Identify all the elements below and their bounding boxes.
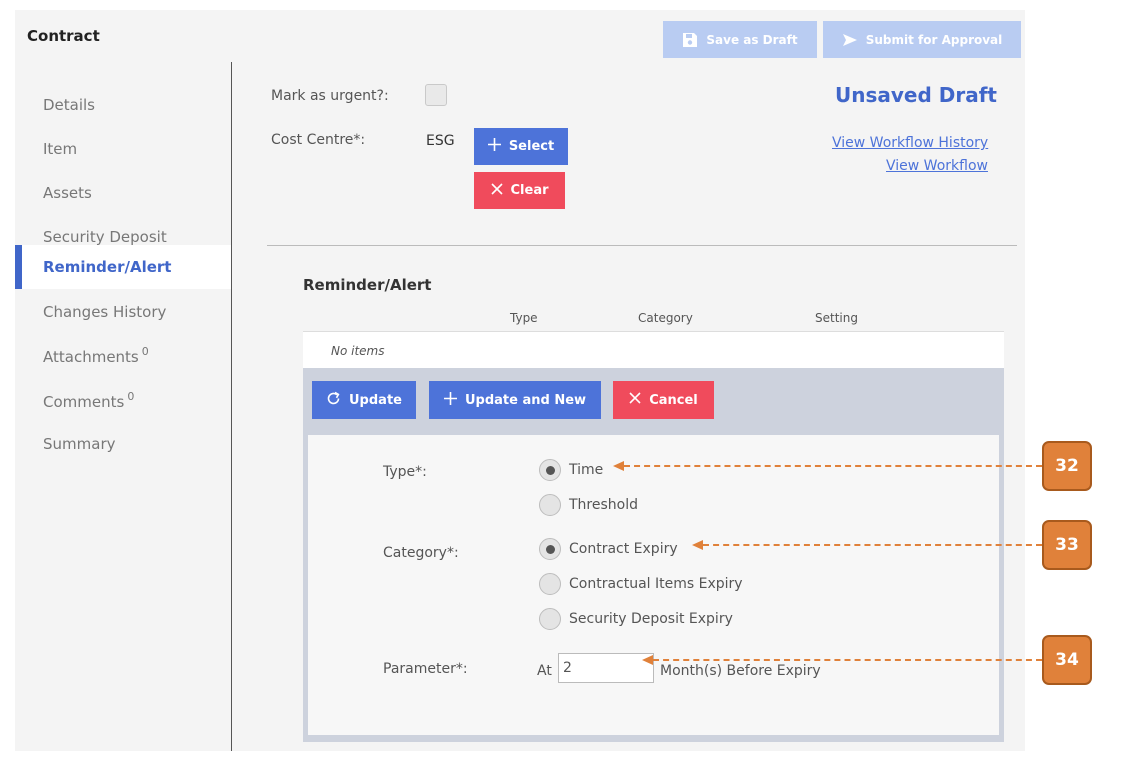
callout-badge-32: 32 bbox=[1042, 441, 1092, 491]
sidebar-item-details[interactable]: Details bbox=[15, 83, 231, 127]
sidebar-item-summary[interactable]: Summary bbox=[15, 422, 231, 466]
draft-status: Unsaved Draft bbox=[835, 83, 997, 107]
view-workflow-link[interactable]: View Workflow bbox=[886, 158, 988, 174]
sidebar-item-label: Assets bbox=[43, 184, 92, 202]
close-icon bbox=[629, 392, 641, 408]
sidebar-item-label: Changes History bbox=[43, 303, 167, 321]
sidebar-item-label: Comments bbox=[43, 393, 125, 411]
update-button[interactable]: Update bbox=[312, 381, 416, 419]
save-as-draft-button[interactable]: Save as Draft bbox=[663, 21, 817, 58]
sidebar-nav: Details Item Assets Security Deposit Rem… bbox=[15, 62, 231, 751]
cost-centre-value: ESG bbox=[426, 133, 455, 149]
callout-arrowhead bbox=[692, 540, 703, 550]
callout-line bbox=[624, 465, 1042, 467]
sidebar-item-reminder-alert[interactable]: Reminder/Alert bbox=[15, 245, 231, 289]
comments-count-badge: 0 bbox=[127, 389, 135, 403]
sidebar-item-label: Security Deposit bbox=[43, 228, 167, 246]
category-option-label: Contract Expiry bbox=[569, 541, 678, 557]
category-radio-contract-expiry[interactable] bbox=[539, 538, 561, 560]
type-radio-time[interactable] bbox=[539, 459, 561, 481]
plus-icon bbox=[487, 138, 501, 155]
send-arrow-icon bbox=[842, 33, 858, 47]
sidebar-item-label: Details bbox=[43, 96, 96, 114]
category-label: Category*: bbox=[383, 545, 459, 561]
clear-label: Clear bbox=[510, 183, 549, 198]
reminder-alert-title: Reminder/Alert bbox=[303, 276, 432, 294]
table-row: No items bbox=[303, 332, 1004, 368]
sidebar-divider bbox=[231, 62, 232, 751]
sidebar-item-label: Reminder/Alert bbox=[43, 258, 172, 276]
mark-urgent-checkbox[interactable] bbox=[425, 84, 447, 106]
sidebar-item-assets[interactable]: Assets bbox=[15, 171, 231, 215]
callout-badge-33: 33 bbox=[1042, 520, 1092, 570]
sidebar-item-attachments[interactable]: Attachments 0 bbox=[15, 335, 231, 379]
callout-line bbox=[653, 659, 1042, 661]
update-label: Update bbox=[349, 392, 402, 408]
parameter-input[interactable] bbox=[558, 653, 654, 683]
section-divider bbox=[267, 245, 1017, 246]
sidebar-item-label: Item bbox=[43, 140, 78, 158]
category-radio-security-deposit-expiry[interactable] bbox=[539, 608, 561, 630]
clear-cost-centre-button[interactable]: Clear bbox=[474, 172, 565, 209]
select-cost-centre-button[interactable]: Select bbox=[474, 128, 568, 165]
refresh-icon bbox=[326, 391, 341, 410]
submit-for-approval-label: Submit for Approval bbox=[865, 32, 1003, 47]
sidebar-item-item[interactable]: Item bbox=[15, 127, 231, 171]
category-option-label: Security Deposit Expiry bbox=[569, 611, 733, 627]
sidebar-item-comments[interactable]: Comments 0 bbox=[15, 380, 231, 424]
plus-icon bbox=[443, 391, 457, 409]
close-icon bbox=[490, 182, 503, 199]
parameter-suffix: Month(s) Before Expiry bbox=[660, 663, 821, 679]
empty-table-text: No items bbox=[331, 344, 385, 358]
save-as-draft-label: Save as Draft bbox=[706, 32, 798, 47]
category-radio-contractual-items-expiry[interactable] bbox=[539, 573, 561, 595]
type-radio-threshold[interactable] bbox=[539, 494, 561, 516]
sidebar-item-changes-history[interactable]: Changes History bbox=[15, 290, 231, 334]
column-header-category: Category bbox=[638, 311, 693, 325]
cancel-label: Cancel bbox=[649, 392, 698, 408]
parameter-label: Parameter*: bbox=[383, 661, 468, 677]
select-label: Select bbox=[508, 139, 555, 154]
column-header-type: Type bbox=[510, 311, 538, 325]
cancel-button[interactable]: Cancel bbox=[613, 381, 714, 419]
callout-badge-34: 34 bbox=[1042, 635, 1092, 685]
submit-for-approval-button[interactable]: Submit for Approval bbox=[823, 21, 1021, 58]
floppy-disk-icon bbox=[682, 32, 698, 48]
update-and-new-button[interactable]: Update and New bbox=[429, 381, 601, 419]
parameter-prefix: At bbox=[537, 663, 552, 679]
type-label: Type*: bbox=[383, 464, 427, 480]
top-bar: Contract Save as Draft Submit for Approv… bbox=[15, 10, 1025, 62]
cost-centre-label: Cost Centre*: bbox=[271, 132, 366, 148]
update-and-new-label: Update and New bbox=[464, 392, 587, 408]
callout-line bbox=[703, 544, 1042, 546]
callout-arrowhead bbox=[613, 461, 624, 471]
view-workflow-history-link[interactable]: View Workflow History bbox=[832, 135, 988, 151]
page-title: Contract bbox=[27, 27, 100, 45]
type-option-label: Time bbox=[569, 462, 604, 478]
sidebar-item-label: Attachments bbox=[43, 348, 139, 366]
column-header-setting: Setting bbox=[815, 311, 858, 325]
sidebar-item-label: Summary bbox=[43, 435, 116, 453]
callout-arrowhead bbox=[642, 655, 653, 665]
mark-urgent-label: Mark as urgent?: bbox=[271, 88, 389, 104]
category-option-label: Contractual Items Expiry bbox=[569, 576, 743, 592]
attachments-count-badge: 0 bbox=[141, 344, 149, 358]
type-option-label: Threshold bbox=[569, 497, 638, 513]
